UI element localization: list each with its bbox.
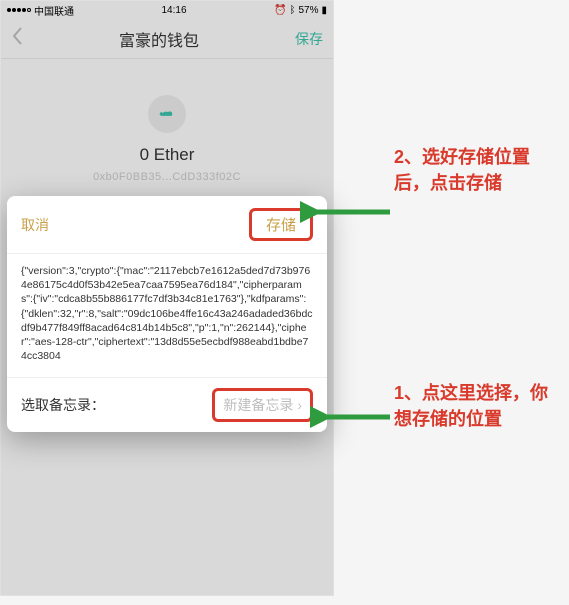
page-title: 富豪的钱包 — [119, 27, 199, 51]
carrier-label: 中国联通 — [34, 3, 74, 18]
arrow-icon — [300, 200, 400, 230]
annotation-1: 1、点这里选择，你想存储的位置 — [394, 380, 564, 432]
cancel-button[interactable]: 取消 — [21, 215, 49, 235]
clock: 14:16 — [161, 5, 186, 16]
battery-icon: ▮ — [321, 5, 327, 16]
bluetooth-icon: ᛒ — [289, 5, 295, 16]
battery-label: 57% — [298, 5, 318, 16]
memo-picker-button[interactable]: 新建备忘录 — [223, 395, 293, 415]
alarm-icon: ⏰ — [274, 5, 286, 16]
wallet-avatar — [148, 95, 186, 133]
nav-bar: 富豪的钱包 保存 — [1, 19, 333, 59]
signal-icon — [7, 8, 31, 12]
memo-picker-label: 选取备忘录： — [21, 395, 105, 415]
arrow-icon — [310, 405, 400, 435]
keystore-json-text: {"version":3,"crypto":{"mac":"2117ebcb7e… — [7, 254, 327, 377]
save-dialog: 取消 存储 {"version":3,"crypto":{"mac":"2117… — [7, 196, 327, 432]
store-button[interactable]: 存储 — [266, 217, 296, 234]
nav-save-button[interactable]: 保存 — [295, 29, 323, 49]
wallet-address: 0xb0F0BB35...CdD333f02C — [1, 171, 333, 183]
status-bar: 中国联通 14:16 ⏰ ᛒ 57% ▮ — [1, 1, 333, 19]
memo-picker-highlight: 新建备忘录 › — [212, 388, 313, 422]
back-button[interactable] — [11, 26, 23, 51]
annotation-2: 2、选好存储位置后，点击存储 — [394, 144, 564, 196]
balance-label: 0 Ether — [1, 145, 333, 165]
phone-frame: 中国联通 14:16 ⏰ ᛒ 57% ▮ 富豪的钱包 保存 0 Ether 0x… — [0, 0, 334, 596]
chevron-right-icon: › — [297, 397, 302, 413]
